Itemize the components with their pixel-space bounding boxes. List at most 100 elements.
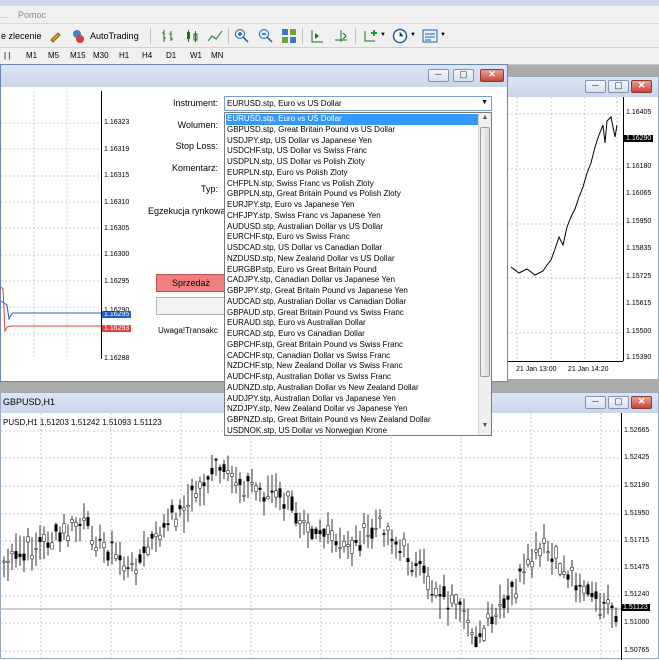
- minimize-button[interactable]: ─: [585, 396, 606, 409]
- dropdown-option[interactable]: USDPLN.stp, US Dollar vs Polish Zloty: [226, 157, 478, 168]
- period-dropdown-icon[interactable]: ▼: [410, 32, 416, 38]
- gbpusd-candles[interactable]: [1, 413, 621, 660]
- autotrading-icon[interactable]: [70, 28, 86, 44]
- candle-body: [198, 481, 202, 489]
- dropdown-option[interactable]: AUDJPY.stp, Australian Dollar vs Japanes…: [226, 394, 478, 405]
- dropdown-option[interactable]: CHFJPY.stp, Swiss Franc vs Japanese Yen: [226, 211, 478, 222]
- clock-icon[interactable]: [392, 28, 408, 44]
- dropdown-option[interactable]: USDCAD.stp, US Dollar vs Canadian Dollar: [226, 243, 478, 254]
- chevron-down-icon[interactable]: ▼: [481, 99, 488, 106]
- dropdown-option[interactable]: AUDCAD.stp, Australian Dollar vs Canadia…: [226, 297, 478, 308]
- maximize-button[interactable]: ▢: [608, 396, 629, 409]
- candle-body: [314, 528, 318, 535]
- candle-body: [390, 538, 394, 541]
- maximize-button[interactable]: ▢: [608, 80, 629, 93]
- candle-body: [310, 528, 314, 540]
- candle-body: [474, 636, 478, 648]
- candle-body: [330, 530, 334, 541]
- scrollbar-thumb[interactable]: [480, 127, 490, 377]
- dropdown-option[interactable]: GBPPLN.stp, Great Britain Pound vs Polis…: [226, 189, 478, 200]
- instrument-label: Instrument:: [172, 98, 218, 108]
- candle-body: [278, 488, 282, 498]
- sell-button[interactable]: Sprzedaż: [156, 274, 226, 292]
- dropdown-option[interactable]: EURUSD.stp, Euro vs US Dollar: [226, 114, 478, 125]
- indicators-icon[interactable]: [362, 28, 378, 44]
- candle-body: [2, 560, 6, 563]
- candle-body: [250, 482, 254, 485]
- dropdown-option[interactable]: GBPCHF.stp, Great Britain Pound vs Swiss…: [226, 340, 478, 351]
- dropdown-option[interactable]: USDCHF.stp, US Dollar vs Swiss Franc: [226, 146, 478, 157]
- pencil-icon[interactable]: [48, 28, 64, 44]
- dropdown-option[interactable]: EURJPY.stp, Euro vs Japanese Yen: [226, 200, 478, 211]
- minimize-button[interactable]: ─: [428, 69, 449, 82]
- timeframe-mn[interactable]: MN: [211, 51, 223, 60]
- secondary-button[interactable]: [156, 297, 226, 315]
- timeframe-d1[interactable]: D1: [166, 51, 176, 60]
- menu-item-partial[interactable]: ...: [0, 10, 8, 20]
- type-label: Typ:: [200, 184, 218, 194]
- scroll-up-icon[interactable]: ▲: [479, 114, 491, 126]
- template-dropdown-icon[interactable]: ▼: [440, 32, 446, 38]
- dropdown-option[interactable]: EURGBP.stp, Euro vs Great Britain Pound: [226, 265, 478, 276]
- candle-body: [366, 534, 370, 537]
- timeframe-h1[interactable]: H1: [119, 51, 129, 60]
- dropdown-option[interactable]: NZDCHF.stp, New Zealand Dollar vs Swiss …: [226, 361, 478, 372]
- dropdown-option[interactable]: CADCHF.stp, Canadian Dollar vs Swiss Fra…: [226, 351, 478, 362]
- dropdown-option[interactable]: USDNOK.stp, US Dollar vs Norwegian Krone: [226, 426, 478, 437]
- zoom-in-icon[interactable]: [234, 28, 250, 44]
- candle-body: [578, 585, 582, 587]
- dropdown-option[interactable]: USDJPY.stp, US Dollar vs Japanese Yen: [226, 136, 478, 147]
- zoom-out-icon[interactable]: [258, 28, 274, 44]
- indicators-dropdown-icon[interactable]: ▼: [380, 32, 386, 38]
- candle-body: [142, 546, 146, 553]
- menu-item-help[interactable]: Pomoc: [18, 10, 46, 20]
- timeframe-m15[interactable]: M15: [70, 51, 86, 60]
- template-icon[interactable]: [422, 28, 438, 44]
- autotrading-button[interactable]: AutoTrading: [90, 31, 139, 41]
- close-button[interactable]: ✕: [480, 69, 504, 82]
- bar-chart-icon[interactable]: [160, 28, 176, 44]
- chart-shift-icon[interactable]: [333, 28, 349, 44]
- dropdown-option[interactable]: CHFPLN.stp, Swiss Franc vs Polish Zloty: [226, 179, 478, 190]
- dropdown-option[interactable]: AUDNZD.stp, Australian Dollar vs New Zea…: [226, 383, 478, 394]
- candle-body: [470, 632, 474, 635]
- minimize-button[interactable]: ─: [585, 80, 606, 93]
- dropdown-option[interactable]: GBPNZD.stp, Great Britain Pound vs New Z…: [226, 415, 478, 426]
- close-button[interactable]: ✕: [631, 396, 652, 409]
- timeframe-m1[interactable]: M1: [26, 51, 37, 60]
- dropdown-scrollbar[interactable]: ▲ ▼: [478, 113, 491, 435]
- dropdown-option[interactable]: NZDUSD.stp, New Zealand Dollar vs US Dol…: [226, 254, 478, 265]
- candle-body: [122, 565, 126, 572]
- scroll-down-icon[interactable]: ▼: [479, 422, 491, 434]
- candle-body: [454, 594, 458, 605]
- dropdown-option[interactable]: CADJPY.stp, Canadian Dollar vs Japanese …: [226, 275, 478, 286]
- dropdown-option[interactable]: GBPUSD.stp, Great Britain Pound vs US Do…: [226, 125, 478, 136]
- new-order-button[interactable]: e zlecenie: [1, 31, 42, 41]
- timeframe-h4[interactable]: H4: [142, 51, 152, 60]
- close-button[interactable]: ✕: [631, 80, 652, 93]
- dropdown-option[interactable]: EURAUD.stp, Euro vs Australian Dollar: [226, 318, 478, 329]
- maximize-button[interactable]: ▢: [453, 69, 474, 82]
- tile-windows-icon[interactable]: [281, 28, 297, 44]
- candle-body: [54, 524, 58, 532]
- candle-body: [518, 568, 522, 572]
- dropdown-option[interactable]: AUDUSD.stp, Australian Dollar vs US Doll…: [226, 222, 478, 233]
- dropdown-option[interactable]: NZDJPY.stp, New Zealand Dollar vs Japane…: [226, 404, 478, 415]
- chart-right-plot[interactable]: [507, 97, 623, 361]
- timeframe-w1[interactable]: W1: [190, 51, 202, 60]
- current-price-tag: 1.51123: [621, 604, 650, 611]
- dropdown-option[interactable]: EURCHF.stp, Euro vs Swiss Franc: [226, 232, 478, 243]
- ask-price-tag: 1.16293: [102, 325, 132, 332]
- instrument-select[interactable]: EURUSD.stp, Euro vs US Dollar ▼: [224, 96, 492, 111]
- dropdown-option[interactable]: EURCAD.stp, Euro vs Canadian Dollar: [226, 329, 478, 340]
- dropdown-option[interactable]: GBPJPY.stp, Great Britain Pound vs Japan…: [226, 286, 478, 297]
- candlestick-icon[interactable]: [184, 28, 200, 44]
- dropdown-option[interactable]: EURPLN.stp, Euro vs Polish Zloty: [226, 168, 478, 179]
- timeframe-m5[interactable]: M5: [48, 51, 59, 60]
- autoscroll-icon[interactable]: [309, 28, 325, 44]
- timeframe-m30[interactable]: M30: [93, 51, 109, 60]
- dropdown-option[interactable]: GBPAUD.stp, Great Britain Pound vs Swiss…: [226, 308, 478, 319]
- line-chart-icon[interactable]: [207, 28, 223, 44]
- toolbar-grip: | |: [4, 51, 11, 60]
- dropdown-option[interactable]: AUDCHF.stp, Australian Dollar vs Swiss F…: [226, 372, 478, 383]
